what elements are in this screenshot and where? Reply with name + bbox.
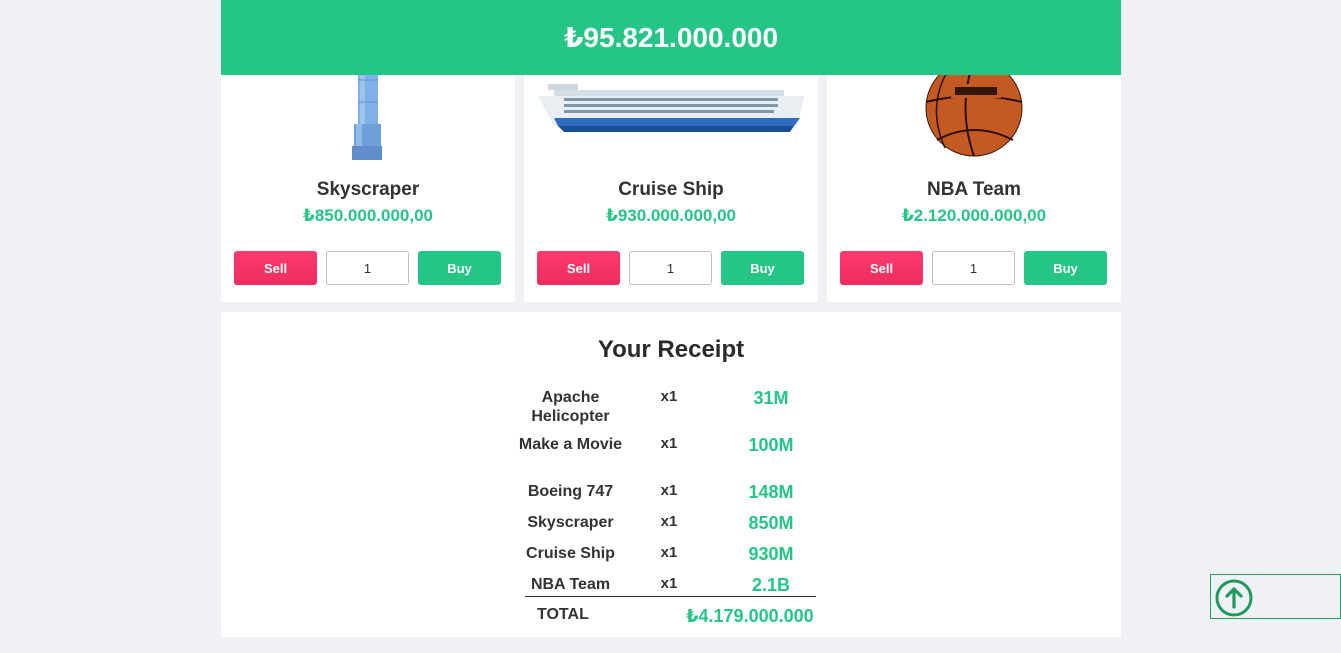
arrow-up-circle-icon xyxy=(1215,579,1253,617)
receipt-item-amount: 100M xyxy=(748,435,794,455)
receipt-total-value: ₺4.179.000.000 xyxy=(686,606,814,626)
sell-button[interactable]: Sell xyxy=(840,251,923,285)
page: ₺95.821.000.000 Skyscraper ₺850.000.000,… xyxy=(0,0,1341,653)
product-price: ₺930.000.000,00 xyxy=(606,206,736,225)
receipt-title: Your Receipt xyxy=(597,336,745,363)
receipt-total-label: TOTAL xyxy=(537,606,589,623)
receipt-item-amount: 31M xyxy=(753,388,789,408)
skyscraper-image xyxy=(221,60,515,165)
product-name: NBA Team xyxy=(927,179,1021,200)
scroll-to-top-button[interactable] xyxy=(1210,574,1341,619)
buy-button[interactable]: Buy xyxy=(1024,251,1107,285)
receipt-item-qty: x1 xyxy=(660,544,678,561)
quantity-input[interactable] xyxy=(629,251,712,285)
receipt-panel: Your Receipt Apache Helicopter x1 31M Ma… xyxy=(221,312,1121,637)
receipt-item-qty: x1 xyxy=(660,575,678,592)
cruise-ship-image xyxy=(524,60,818,165)
receipt-divider xyxy=(525,596,816,597)
product-price: ₺850.000.000,00 xyxy=(303,206,433,225)
basketball-image xyxy=(827,59,1121,165)
receipt-item-qty: x1 xyxy=(660,388,678,405)
receipt-item-qty: x1 xyxy=(660,435,678,452)
receipt-item-name: Make a Movie xyxy=(518,436,623,453)
receipt-item-qty: x1 xyxy=(660,482,678,499)
receipt-item-qty: x1 xyxy=(660,513,678,530)
receipt-item-amount: 930M xyxy=(748,544,794,564)
quantity-input[interactable] xyxy=(932,251,1015,285)
product-controls: Sell Buy xyxy=(840,251,1108,285)
product-name: Skyscraper xyxy=(316,179,420,200)
receipt-item-amount: 850M xyxy=(748,513,794,533)
sell-button[interactable]: Sell xyxy=(537,251,620,285)
quantity-input[interactable] xyxy=(326,251,409,285)
receipt-item-amount: 148M xyxy=(748,482,794,502)
receipt-item-name: Boeing 747 xyxy=(527,483,614,500)
receipt-item-name: Apache Helicopter xyxy=(531,389,610,425)
money-balance-bar: ₺95.821.000.000 xyxy=(221,0,1121,75)
sell-button[interactable]: Sell xyxy=(234,251,317,285)
product-controls: Sell Buy xyxy=(234,251,502,285)
buy-button[interactable]: Buy xyxy=(721,251,804,285)
product-name: Cruise Ship xyxy=(618,179,724,200)
receipt-item-name: Cruise Ship xyxy=(526,545,615,562)
product-controls: Sell Buy xyxy=(537,251,805,285)
money-balance: ₺95.821.000.000 xyxy=(563,22,779,53)
product-price: ₺2.120.000.000,00 xyxy=(901,206,1047,225)
receipt-item-amount: 2.1B xyxy=(751,575,791,595)
receipt-item-name: Skyscraper xyxy=(527,514,614,531)
receipt-item-name: NBA Team xyxy=(530,576,611,593)
buy-button[interactable]: Buy xyxy=(418,251,501,285)
